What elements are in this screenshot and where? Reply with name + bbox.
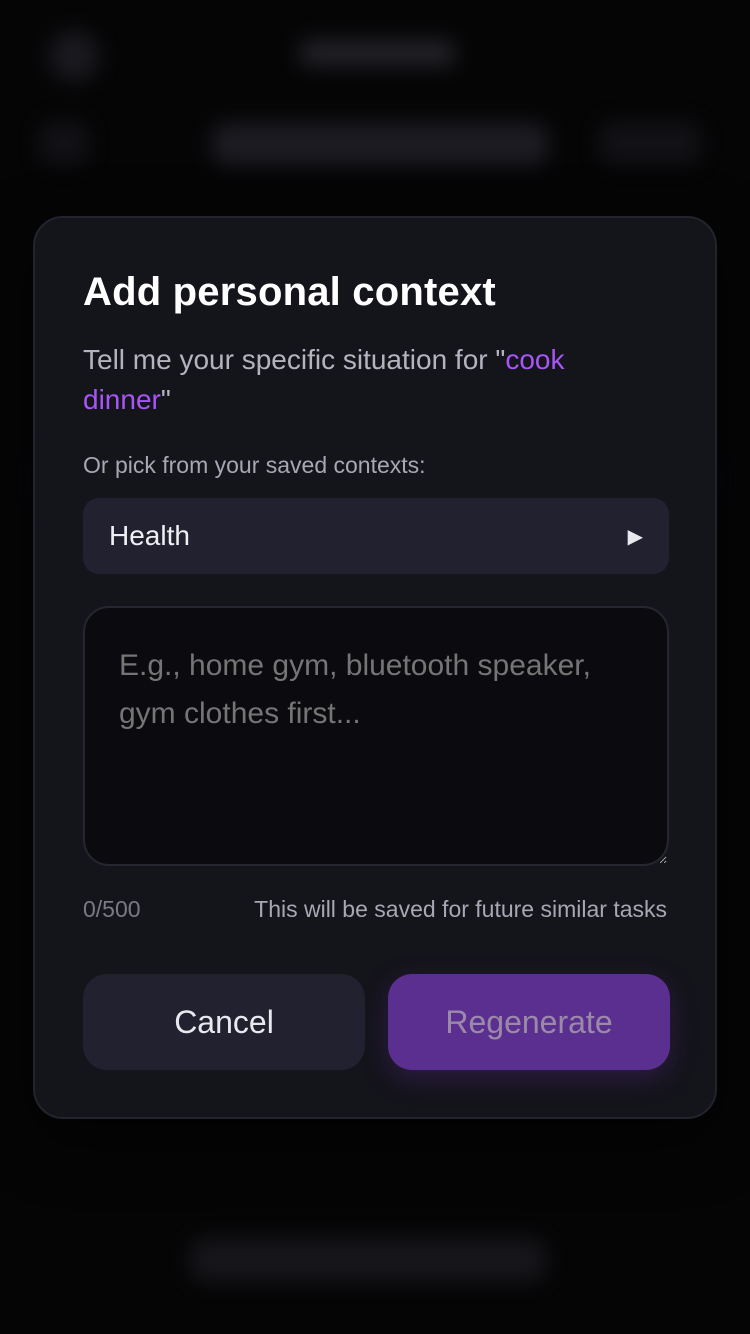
modal-title: Add personal context (83, 270, 496, 314)
saved-contexts-label: Or pick from your saved contexts: (83, 452, 426, 478)
background-left-button (40, 122, 88, 164)
subtitle-suffix: " (160, 384, 171, 415)
cancel-button[interactable]: Cancel (83, 974, 365, 1070)
subtitle-prefix: Tell me your specific situation for " (83, 344, 506, 375)
background-bottom-bar (190, 1238, 546, 1282)
triangle-right-icon: ▶ (627, 525, 643, 548)
personal-context-modal: Add personal context Tell me your specif… (33, 216, 717, 1119)
background-title (300, 40, 455, 66)
saved-context-select[interactable]: Health ▶ (83, 498, 669, 574)
background-avatar (48, 30, 100, 82)
save-note: This will be saved for future similar ta… (254, 896, 667, 922)
modal-subtitle: Tell me your specific situation for "coo… (83, 340, 643, 420)
character-counter: 0/500 (83, 896, 141, 922)
background-right-button (600, 122, 700, 164)
background-header-pill (212, 122, 548, 166)
regenerate-button[interactable]: Regenerate (388, 974, 670, 1070)
context-input[interactable] (83, 606, 669, 866)
saved-context-value: Health (109, 520, 190, 551)
